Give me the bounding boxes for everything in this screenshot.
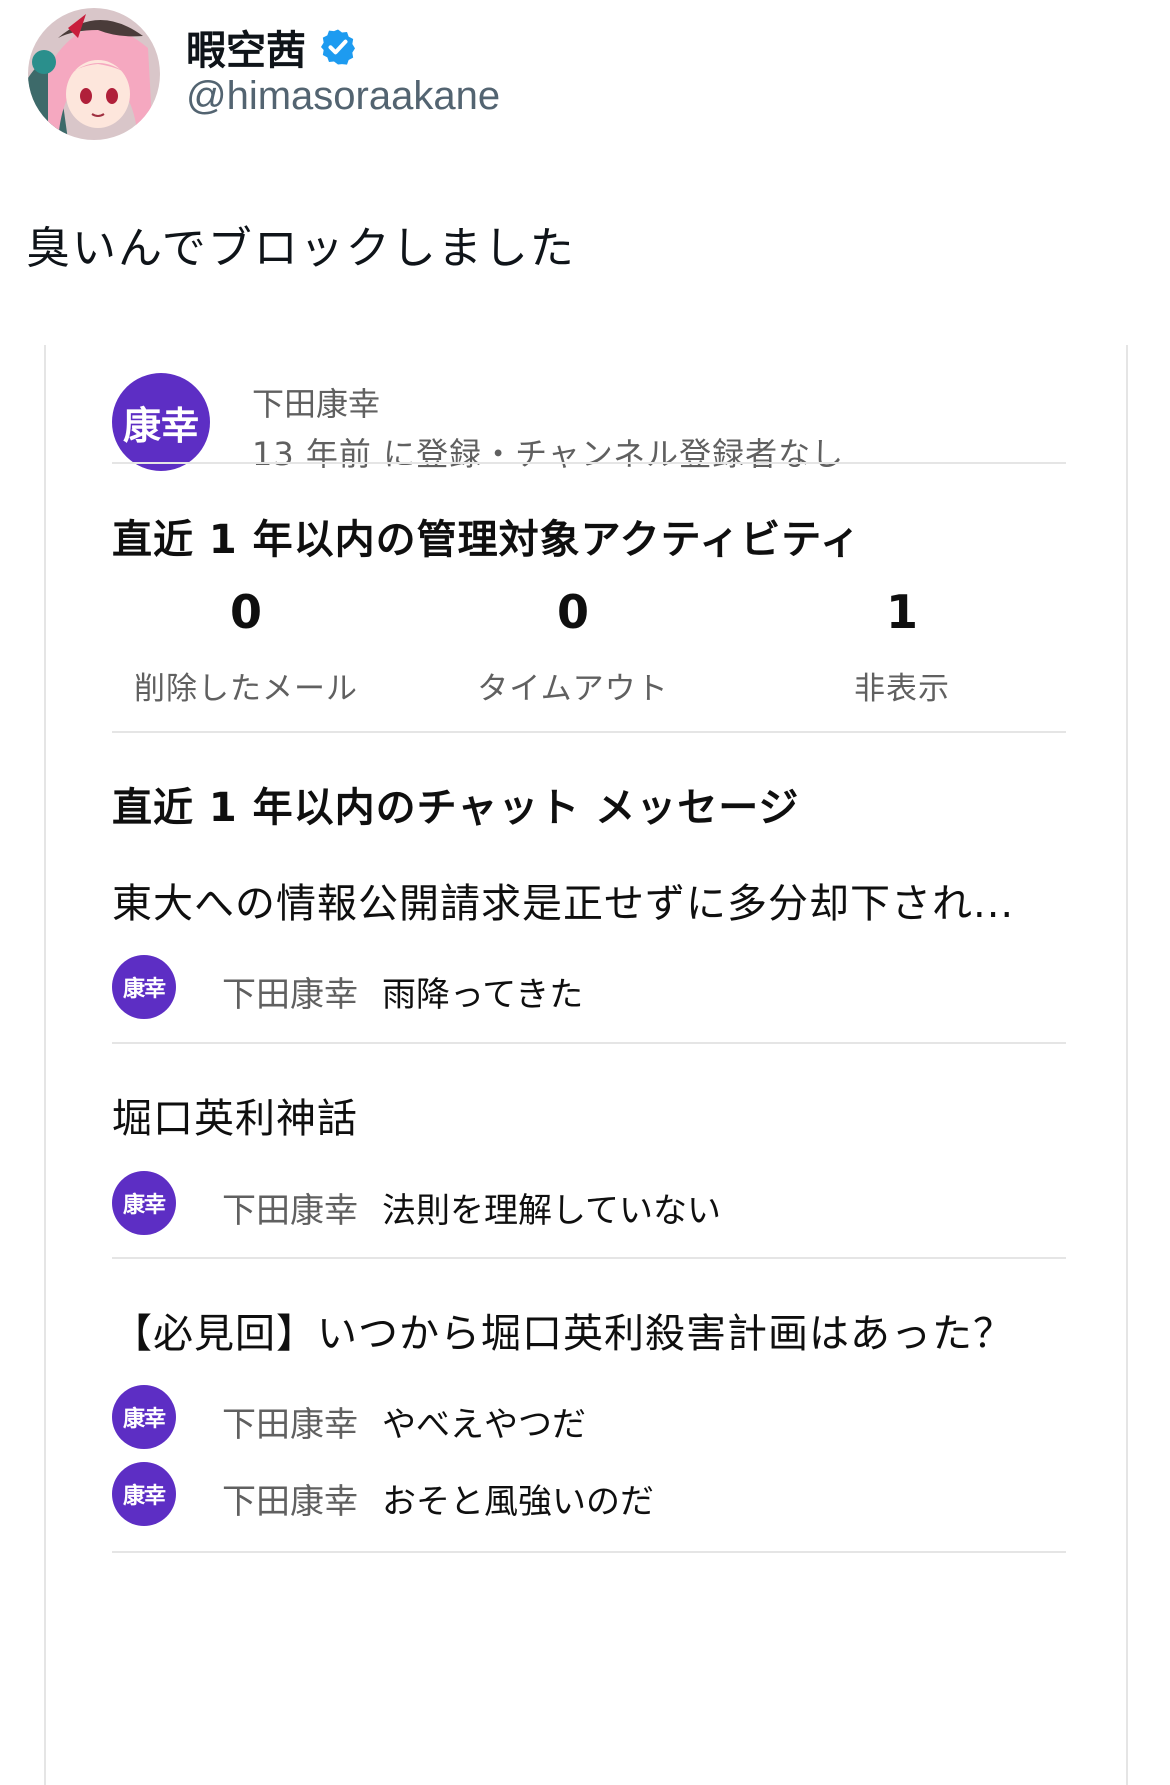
message-text: おそと風強いのだ bbox=[382, 1482, 654, 1522]
chat-section-title: 直近 1 年以内のチャット メッセージ bbox=[112, 785, 800, 831]
anime-avatar-icon bbox=[28, 8, 160, 140]
channel-meta: 13 年前 に登録・チャンネル登録者なし bbox=[252, 435, 845, 473]
channel-profile: 康幸 下田康幸 13 年前 に登録・チャンネル登録者なし bbox=[112, 373, 1066, 483]
message-text: やべえやつだ bbox=[382, 1405, 586, 1445]
stat-timeouts: 0 タイムアウト bbox=[423, 585, 723, 708]
message-avatar: 康幸 bbox=[112, 1462, 176, 1526]
profile-avatar[interactable] bbox=[28, 8, 160, 140]
stat-label: 非表示 bbox=[854, 671, 950, 707]
tweet-header: 暇空茜 @himasoraakane bbox=[24, 8, 1144, 140]
stat-value: 1 bbox=[885, 585, 918, 639]
video-title[interactable]: 【必見回】いつから堀口英利殺害計画はあった？ bbox=[112, 1301, 1014, 1359]
stat-value: 0 bbox=[229, 585, 262, 639]
stat-deleted-messages: 0 削除したメール bbox=[96, 585, 396, 708]
video-title[interactable]: 東大への情報公開請求是正せずに多分却下され... bbox=[112, 871, 1014, 929]
verified-badge-icon bbox=[321, 29, 355, 65]
message-avatar: 康幸 bbox=[112, 1171, 176, 1235]
message-avatar: 康幸 bbox=[112, 955, 176, 1019]
channel-name: 下田康幸 bbox=[252, 385, 381, 423]
message-author: 下田康幸 bbox=[222, 1405, 358, 1445]
stat-hidden: 1 非表示 bbox=[752, 585, 1052, 708]
tweet-text: 臭いんでブロックしました bbox=[26, 223, 576, 274]
divider bbox=[112, 1042, 1066, 1044]
display-name[interactable]: 暇空茜 bbox=[186, 18, 306, 76]
chat-message: 康幸 下田康幸 おそと風強いのだ bbox=[112, 1462, 1066, 1528]
message-text: 法則を理解していない bbox=[382, 1191, 721, 1231]
stat-label: 削除したメール bbox=[134, 671, 358, 707]
stat-value: 0 bbox=[556, 585, 589, 639]
divider bbox=[112, 731, 1066, 733]
divider bbox=[112, 1551, 1066, 1553]
stat-label: タイムアウト bbox=[477, 671, 669, 707]
divider bbox=[112, 462, 1066, 464]
user-handle[interactable]: @himasoraakane bbox=[186, 74, 500, 119]
message-author: 下田康幸 bbox=[222, 975, 358, 1015]
message-text: 雨降ってきた bbox=[382, 975, 584, 1015]
message-author: 下田康幸 bbox=[222, 1482, 358, 1522]
chat-message: 康幸 下田康幸 雨降ってきた bbox=[112, 955, 1066, 1021]
tweet-name-row: 暇空茜 bbox=[186, 18, 358, 76]
message-avatar: 康幸 bbox=[112, 1385, 176, 1449]
chat-message: 康幸 下田康幸 法則を理解していない bbox=[112, 1171, 1066, 1237]
attached-image-card[interactable]: 康幸 下田康幸 13 年前 に登録・チャンネル登録者なし 直近 1 年以内の管理… bbox=[44, 345, 1128, 1785]
activity-section-title: 直近 1 年以内の管理対象アクティビティ bbox=[112, 517, 861, 563]
channel-avatar: 康幸 bbox=[112, 373, 210, 471]
video-title[interactable]: 堀口英利神話 bbox=[112, 1086, 358, 1144]
chat-message: 康幸 下田康幸 やべえやつだ bbox=[112, 1385, 1066, 1451]
message-author: 下田康幸 bbox=[222, 1191, 358, 1231]
divider bbox=[112, 1257, 1066, 1259]
